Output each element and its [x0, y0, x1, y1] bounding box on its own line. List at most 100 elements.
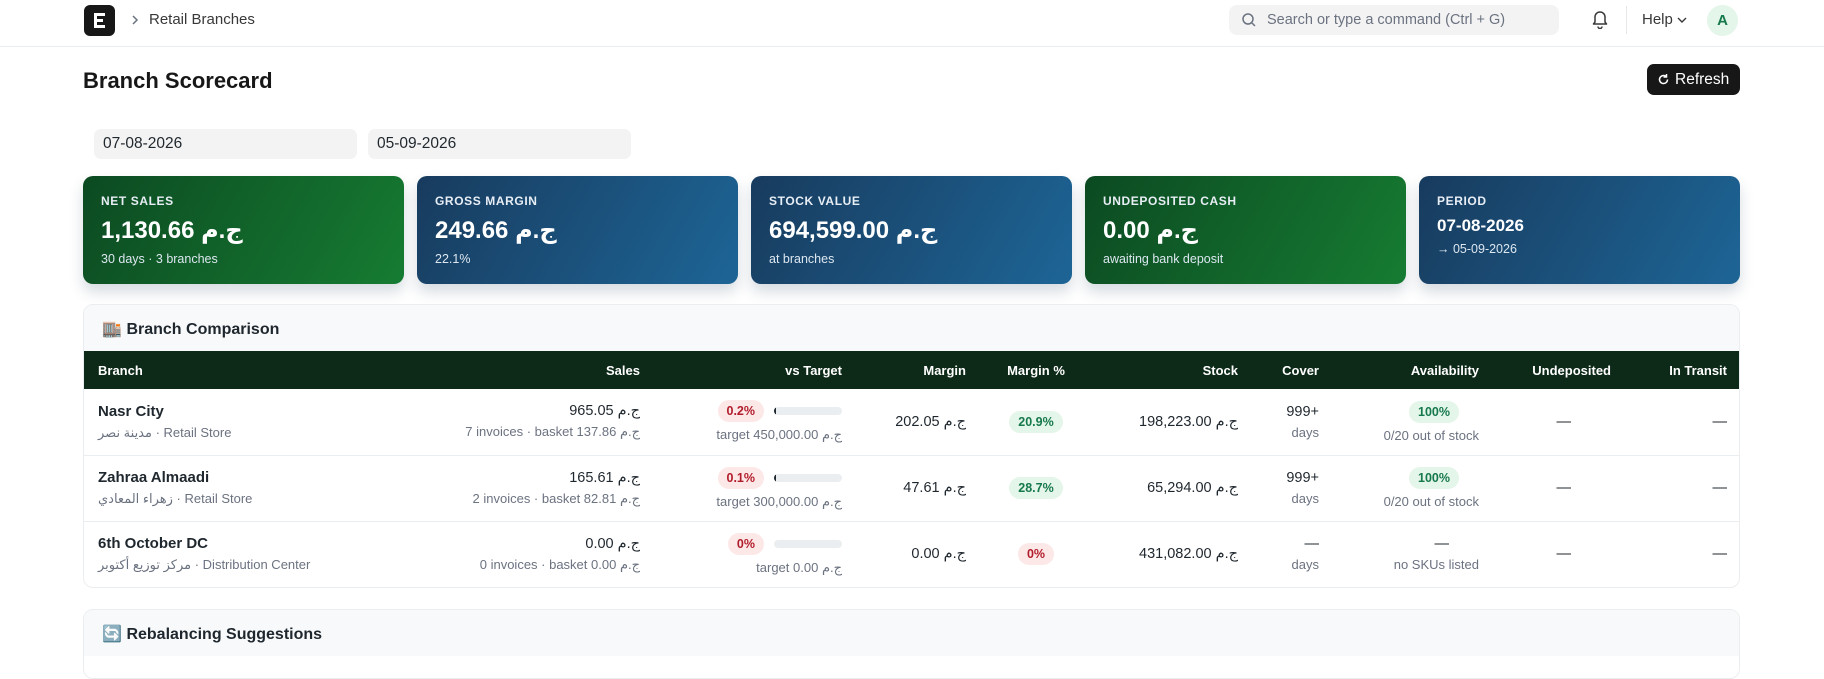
margin-cell: 47.61 ج.م [903, 480, 966, 496]
page-title: Branch Scorecard [83, 68, 273, 93]
kpi-card-net-sales: NET SALES 1,130.66 ج.م 30 days · 3 branc… [83, 176, 404, 284]
column-header[interactable]: Cover [1252, 351, 1333, 389]
undeposited-cell: — [1556, 413, 1572, 430]
margin-pct-badge: 20.9% [1009, 410, 1063, 433]
margin-pct-cell: 0% [980, 521, 1092, 587]
branch-sub: زهراء المعادي · Retail Store [98, 491, 253, 506]
rebalance-icon: 🔄 [102, 626, 122, 643]
cover-value: 999+ [1286, 403, 1319, 420]
vs-target-badge: 0.2% [717, 400, 764, 423]
kpi-sub: → 05-09-2026 [1437, 242, 1517, 256]
vs-target-cell: 0.2% target 450,000.00 ج.م [654, 389, 856, 455]
availability-cell: — no SKUs listed [1333, 521, 1493, 587]
cover-sub: days [1291, 424, 1319, 440]
table-header-row: Branch Sales vs Target Margin Margin % S… [84, 351, 1739, 389]
branch-name[interactable]: Zahraa Almaadi [98, 469, 340, 486]
kpi-card-period: PERIOD 07-08-2026 → 05-09-2026 [1419, 176, 1740, 284]
chevron-right-icon [132, 15, 139, 25]
branch-cell: Zahraa Almaadi زهراء المعادي · Retail St… [84, 455, 354, 521]
column-header[interactable]: Stock [1092, 351, 1252, 389]
table-row[interactable]: Zahraa Almaadi زهراء المعادي · Retail St… [84, 455, 1739, 521]
kpi-label: NET SALES [101, 194, 174, 208]
branch-cell: Nasr City مدينة نصر · Retail Store [84, 389, 354, 455]
table-row[interactable]: 6th October DC مركز توزيع أكتوبر · Distr… [84, 521, 1739, 587]
availability-badge: 100% [1409, 400, 1459, 423]
target-progress-fill [774, 407, 776, 416]
sales-cell: 165.61 ج.م 2 invoices · basket 82.81 ج.م [354, 455, 654, 521]
refresh-label: Refresh [1675, 71, 1730, 88]
refresh-icon [1658, 74, 1669, 85]
availability-sub: 0/20 out of stock [1383, 494, 1479, 509]
branch-comparison-table: Branch Sales vs Target Margin Margin % S… [84, 351, 1739, 587]
sales-value: 965.05 ج.م [569, 403, 640, 420]
refresh-button[interactable]: Refresh [1647, 64, 1740, 95]
column-header[interactable]: Sales [354, 351, 654, 389]
from-date-field[interactable] [94, 129, 357, 159]
cover-sub: days [1291, 491, 1319, 506]
stock-cell: 431,082.00 ج.م [1139, 546, 1238, 563]
avatar[interactable]: A [1707, 5, 1738, 36]
kpi-label: STOCK VALUE [769, 194, 861, 208]
branch-name[interactable]: 6th October DC [98, 535, 340, 552]
sales-value: 0.00 ج.م [585, 535, 640, 552]
kpi-value: 0.00 ج.م [1103, 217, 1198, 244]
availability-badge: 100% [1409, 467, 1459, 489]
availability-sub: 0/20 out of stock [1383, 427, 1479, 443]
app-logo-icon[interactable] [84, 5, 115, 36]
margin-pct-badge: 0% [1017, 543, 1055, 566]
availability-cell: 100% 0/20 out of stock [1333, 455, 1493, 521]
vs-target-badge: 0.1% [717, 466, 764, 489]
sales-sub: 0 invoices · basket 0.00 ج.م [479, 556, 640, 572]
kpi-value: 1,130.66 ج.م [101, 217, 243, 244]
in-transit-cell: — [1712, 546, 1728, 563]
target-progress-bar [774, 539, 842, 548]
stock-cell: 198,223.00 ج.م [1139, 413, 1238, 430]
kpi-sub: 22.1% [435, 252, 471, 266]
availability-cell: 100% 0/20 out of stock [1333, 389, 1493, 455]
cover-sub: days [1291, 557, 1319, 573]
kpi-sub: at branches [769, 252, 835, 266]
in-transit-cell: — [1712, 480, 1728, 496]
in-transit-cell: — [1712, 413, 1728, 430]
kpi-label: UNDEPOSITED CASH [1103, 194, 1237, 208]
sales-cell: 0.00 ج.م 0 invoices · basket 0.00 ج.م [354, 521, 654, 587]
availability-value: — [1434, 536, 1450, 553]
help-menu[interactable]: Help [1642, 11, 1687, 28]
column-header[interactable]: Margin [856, 351, 980, 389]
table-row[interactable]: Nasr City مدينة نصر · Retail Store 965.0… [84, 389, 1739, 455]
column-header[interactable]: Availability [1333, 351, 1493, 389]
margin-pct-badge: 28.7% [1009, 477, 1063, 499]
undeposited-cell: — [1556, 480, 1572, 496]
bell-icon[interactable] [1591, 9, 1609, 29]
target-progress-bar [774, 407, 842, 416]
branch-sub: مدينة نصر · Retail Store [98, 424, 232, 440]
sales-sub: 2 invoices · basket 82.81 ج.م [472, 490, 640, 506]
column-header[interactable]: Undeposited [1493, 351, 1625, 389]
target-progress-bar [774, 473, 842, 482]
branch-sub: مركز توزيع أكتوبر · Distribution Center [98, 557, 311, 573]
search-bar[interactable]: Search or type a command (Ctrl + G) [1229, 5, 1559, 35]
sales-sub: 7 invoices · basket 137.86 ج.م [465, 424, 640, 440]
column-header[interactable]: vs Target [654, 351, 856, 389]
margin-pct-cell: 20.9% [980, 389, 1092, 455]
panel-title: 🔄 Rebalancing Suggestions [102, 624, 322, 644]
rebalancing-panel: 🔄 Rebalancing Suggestions [83, 609, 1740, 679]
branch-cell: 6th October DC مركز توزيع أكتوبر · Distr… [84, 521, 354, 587]
navbar: Retail Branches Search or type a command… [0, 0, 1824, 47]
column-header[interactable]: Margin % [980, 351, 1092, 389]
breadcrumb[interactable]: Retail Branches [149, 11, 255, 28]
sales-value: 165.61 ج.م [569, 469, 640, 486]
kpi-card-gross-margin: GROSS MARGIN 249.66 ج.م 22.1% [417, 176, 738, 284]
help-label: Help [1642, 11, 1673, 28]
kpi-value: 249.66 ج.م [435, 217, 557, 244]
sales-cell: 965.05 ج.م 7 invoices · basket 137.86 ج.… [354, 389, 654, 455]
column-header[interactable]: Branch [84, 351, 354, 389]
kpi-sub: awaiting bank deposit [1103, 252, 1224, 266]
kpi-card-stock-value: STOCK VALUE 694,599.00 ج.م at branches [751, 176, 1072, 284]
search-input[interactable]: Search or type a command (Ctrl + G) [1267, 12, 1505, 28]
to-date-field[interactable] [368, 129, 631, 159]
column-header[interactable]: In Transit [1625, 351, 1739, 389]
cover-cell: 999+ days [1252, 455, 1333, 521]
branch-name[interactable]: Nasr City [98, 403, 340, 420]
kpi-value: 07-08-2026 [1437, 216, 1524, 235]
